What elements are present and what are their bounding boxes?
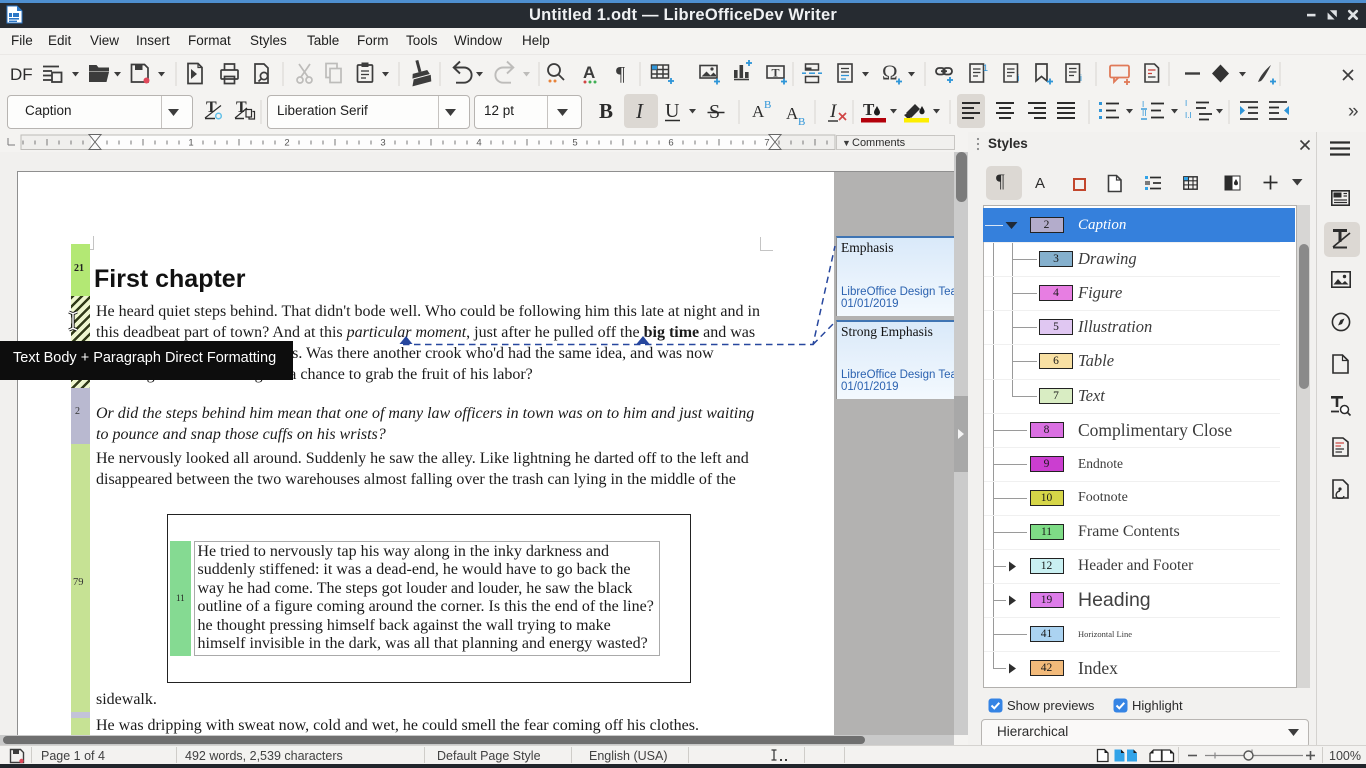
- svg-text:5: 5: [572, 138, 577, 149]
- svg-text:7: 7: [764, 138, 769, 149]
- svg-text:B: B: [798, 116, 805, 128]
- svg-text:DF: DF: [10, 65, 33, 84]
- svg-text:Ω: Ω: [882, 61, 898, 85]
- svg-text:3: 3: [380, 138, 385, 149]
- svg-text:i: i: [1080, 73, 1082, 83]
- svg-text:I: I: [1142, 100, 1144, 109]
- svg-text:I: I: [1185, 99, 1187, 108]
- svg-text:i: i: [1018, 73, 1020, 83]
- svg-text:¶: ¶: [616, 63, 625, 85]
- svg-text:I: I: [635, 99, 644, 123]
- svg-text:A: A: [583, 63, 595, 82]
- svg-text:T: T: [236, 99, 247, 116]
- svg-text:I.I: I.I: [1185, 111, 1192, 120]
- svg-text:T: T: [772, 66, 780, 80]
- svg-text:4: 4: [476, 138, 481, 149]
- svg-text:U: U: [665, 100, 680, 122]
- svg-text:T: T: [863, 100, 875, 119]
- svg-text:2: 2: [284, 138, 289, 149]
- svg-text:6: 6: [668, 138, 673, 149]
- svg-text:1: 1: [983, 63, 988, 73]
- svg-text:1: 1: [188, 138, 193, 149]
- svg-text:I: I: [829, 101, 838, 122]
- svg-text:B: B: [764, 99, 771, 111]
- svg-text:B: B: [599, 99, 613, 123]
- svg-text:»: »: [1348, 101, 1359, 122]
- svg-text:II: II: [1142, 109, 1146, 118]
